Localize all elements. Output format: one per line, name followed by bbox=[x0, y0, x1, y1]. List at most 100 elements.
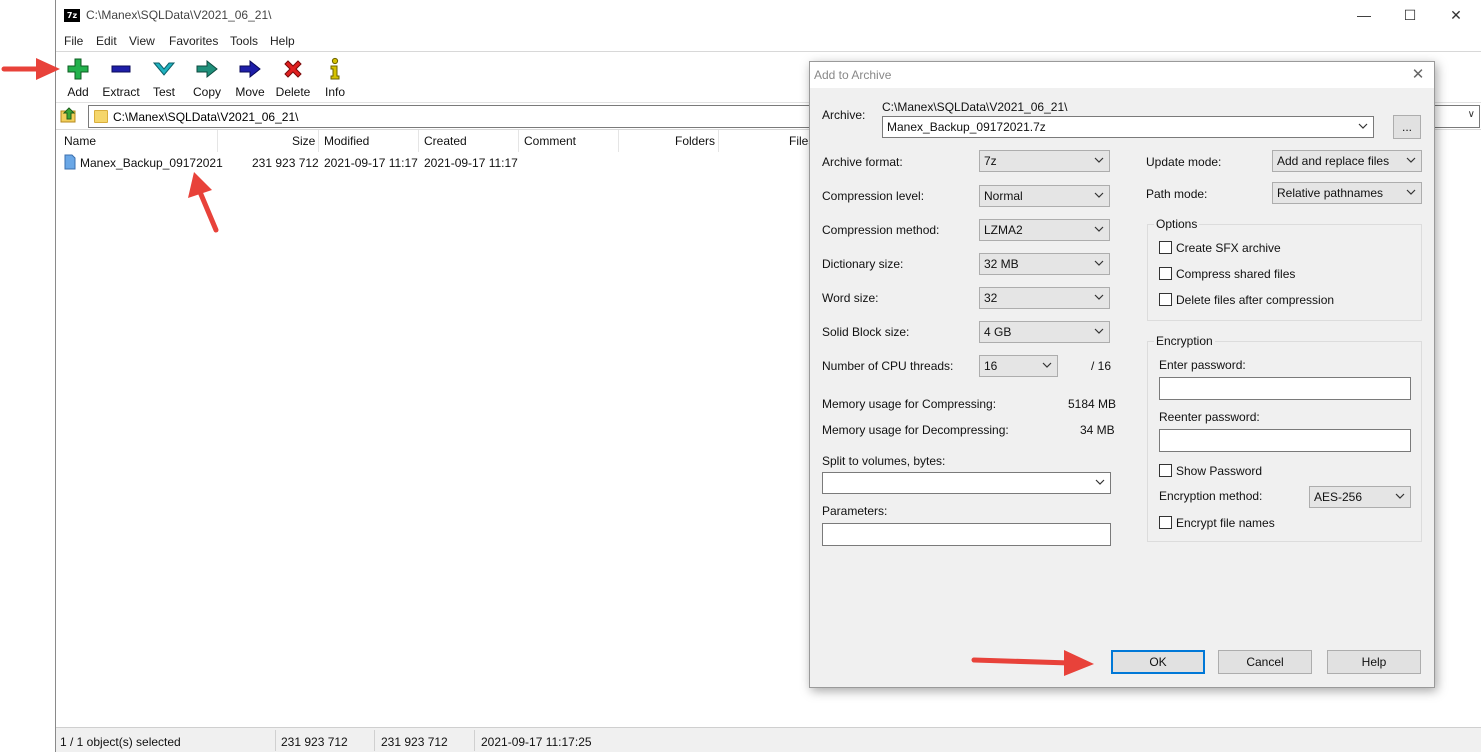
path-mode-select[interactable]: Relative pathnames bbox=[1272, 182, 1422, 204]
file-size: 231 923 712 bbox=[252, 156, 319, 170]
arrow-annotation-icon bbox=[1, 58, 60, 80]
menu-file[interactable]: File bbox=[64, 34, 83, 48]
chevron-down-icon[interactable]: ∨ bbox=[1468, 109, 1475, 120]
cancel-button[interactable]: Cancel bbox=[1218, 650, 1312, 674]
show-password-label: Show Password bbox=[1176, 464, 1263, 478]
chevron-down-icon bbox=[1094, 226, 1104, 232]
up-folder-button[interactable] bbox=[60, 106, 80, 126]
enter-password-label: Enter password: bbox=[1159, 358, 1246, 372]
close-icon[interactable]: ✕ bbox=[1433, 4, 1479, 28]
column-comment[interactable]: Comment bbox=[524, 134, 576, 148]
ok-button[interactable]: OK bbox=[1111, 650, 1205, 674]
reenter-password-label: Reenter password: bbox=[1159, 410, 1260, 424]
column-folders[interactable]: Folders bbox=[675, 134, 715, 148]
maximize-icon[interactable]: ☐ bbox=[1387, 4, 1433, 28]
compression-level-value: Normal bbox=[984, 189, 1023, 203]
chevron-down-icon bbox=[1406, 157, 1416, 163]
split-volumes-combo[interactable] bbox=[822, 472, 1111, 494]
archive-dir: C:\Manex\SQLData\V2021_06_21\ bbox=[882, 100, 1068, 114]
status-bar: 1 / 1 object(s) selected 231 923 712 231… bbox=[56, 727, 1481, 752]
chevron-down-icon bbox=[1406, 189, 1416, 195]
move-label: Move bbox=[235, 85, 265, 99]
dictionary-size-select[interactable]: 32 MB bbox=[979, 253, 1110, 275]
word-size-label: Word size: bbox=[822, 291, 879, 305]
add-label: Add bbox=[67, 85, 89, 99]
delete-after-checkbox[interactable] bbox=[1159, 293, 1172, 306]
cpu-threads-value: 16 bbox=[984, 359, 998, 373]
options-group: Options Create SFX archive Compress shar… bbox=[1147, 217, 1422, 321]
cpu-threads-select[interactable]: 16 bbox=[979, 355, 1058, 377]
move-icon bbox=[239, 59, 261, 79]
archive-name-value: Manex_Backup_09172021.7z bbox=[887, 120, 1046, 134]
extract-icon bbox=[111, 65, 131, 73]
compression-method-label: Compression method: bbox=[822, 223, 940, 237]
menu-help[interactable]: Help bbox=[270, 34, 295, 48]
update-mode-value: Add and replace files bbox=[1277, 154, 1390, 168]
memory-decompress-value: 34 MB bbox=[1080, 423, 1115, 437]
encryption-group: Encryption Enter password: Reenter passw… bbox=[1147, 334, 1422, 542]
split-volumes-label: Split to volumes, bytes: bbox=[822, 454, 946, 468]
test-icon bbox=[152, 62, 176, 76]
arrow-annotation-icon bbox=[971, 650, 1094, 676]
column-created[interactable]: Created bbox=[424, 134, 467, 148]
enter-password-input[interactable] bbox=[1159, 377, 1411, 400]
menu-bar: File Edit View Favorites Tools Help bbox=[56, 31, 1481, 51]
column-size[interactable]: Size bbox=[292, 134, 315, 148]
window-title: C:\Manex\SQLData\V2021_06_21\ bbox=[86, 8, 272, 22]
menu-favorites[interactable]: Favorites bbox=[169, 34, 218, 48]
move-button[interactable]: Move bbox=[228, 57, 272, 99]
info-label: Info bbox=[324, 85, 345, 99]
compress-shared-checkbox[interactable] bbox=[1159, 267, 1172, 280]
chevron-down-icon bbox=[1094, 294, 1104, 300]
compression-method-select[interactable]: LZMA2 bbox=[979, 219, 1110, 241]
status-datetime: 2021-09-17 11:17:25 bbox=[481, 735, 592, 749]
encryption-method-label: Encryption method: bbox=[1159, 489, 1263, 503]
show-password-checkbox[interactable] bbox=[1159, 464, 1172, 477]
encrypt-names-label: Encrypt file names bbox=[1176, 516, 1275, 530]
menu-view[interactable]: View bbox=[129, 34, 155, 48]
archive-name-combo[interactable]: Manex_Backup_09172021.7z bbox=[882, 116, 1374, 138]
help-button[interactable]: Help bbox=[1327, 650, 1421, 674]
compression-level-select[interactable]: Normal bbox=[979, 185, 1110, 207]
chevron-down-icon bbox=[1094, 157, 1104, 163]
update-mode-select[interactable]: Add and replace files bbox=[1272, 150, 1422, 172]
add-icon bbox=[67, 58, 89, 80]
cpu-threads-label: Number of CPU threads: bbox=[822, 359, 954, 373]
encrypt-names-checkbox[interactable] bbox=[1159, 516, 1172, 529]
parameters-input[interactable] bbox=[822, 523, 1111, 546]
archive-format-select[interactable]: 7z bbox=[979, 150, 1110, 172]
parameters-label: Parameters: bbox=[822, 504, 888, 518]
extract-button[interactable]: Extract bbox=[99, 57, 143, 99]
status-packed-size: 231 923 712 bbox=[381, 735, 448, 749]
title-bar: 7z C:\Manex\SQLData\V2021_06_21\ — ☐ ✕ bbox=[56, 0, 1481, 31]
column-modified[interactable]: Modified bbox=[324, 134, 369, 148]
encryption-method-select[interactable]: AES-256 bbox=[1309, 486, 1411, 508]
menu-tools[interactable]: Tools bbox=[230, 34, 258, 48]
memory-compress-label: Memory usage for Compressing: bbox=[822, 397, 997, 411]
reenter-password-input[interactable] bbox=[1159, 429, 1411, 452]
create-sfx-checkbox[interactable] bbox=[1159, 241, 1172, 254]
menu-edit[interactable]: Edit bbox=[96, 34, 117, 48]
status-size: 231 923 712 bbox=[281, 735, 348, 749]
test-button[interactable]: Test bbox=[142, 57, 186, 99]
delete-icon bbox=[284, 60, 302, 78]
word-size-value: 32 bbox=[984, 291, 998, 305]
path-text: C:\Manex\SQLData\V2021_06_21\ bbox=[113, 110, 299, 124]
folder-up-icon bbox=[60, 107, 76, 123]
solid-block-size-select[interactable]: 4 GB bbox=[979, 321, 1110, 343]
delete-button[interactable]: Delete bbox=[271, 57, 315, 99]
copy-button[interactable]: Copy bbox=[185, 57, 229, 99]
column-name[interactable]: Name bbox=[64, 134, 96, 148]
word-size-select[interactable]: 32 bbox=[979, 287, 1110, 309]
compression-method-value: LZMA2 bbox=[984, 223, 1023, 237]
solid-block-size-label: Solid Block size: bbox=[822, 325, 910, 339]
chevron-down-icon bbox=[1042, 362, 1052, 368]
minimize-icon[interactable]: — bbox=[1341, 4, 1387, 28]
browse-button[interactable]: ... bbox=[1393, 115, 1421, 139]
info-button[interactable]: Info bbox=[313, 57, 357, 99]
path-mode-value: Relative pathnames bbox=[1277, 186, 1384, 200]
update-mode-label: Update mode: bbox=[1146, 155, 1222, 169]
copy-icon bbox=[196, 59, 218, 79]
close-icon[interactable]: ✕ bbox=[1408, 65, 1428, 85]
extract-label: Extract bbox=[102, 85, 140, 99]
